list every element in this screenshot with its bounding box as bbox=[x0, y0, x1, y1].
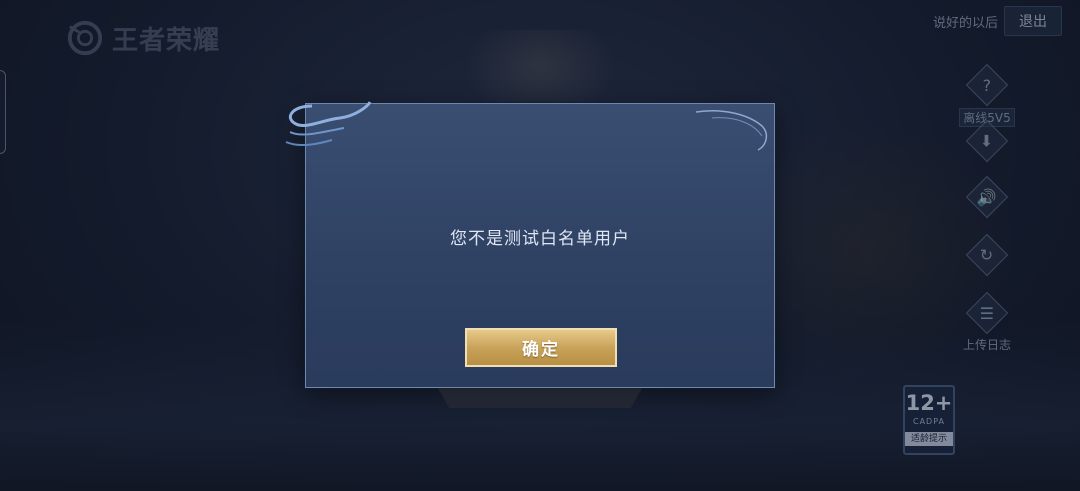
dialog-message: 您不是测试白名单用户 bbox=[450, 229, 630, 249]
dialog-corner-decoration-icon bbox=[695, 110, 768, 151]
confirm-button[interactable]: 确定 bbox=[465, 328, 617, 367]
dialog-swirl-decoration-icon bbox=[285, 101, 372, 147]
alert-dialog: 您不是测试白名单用户 确定 bbox=[285, 101, 775, 388]
